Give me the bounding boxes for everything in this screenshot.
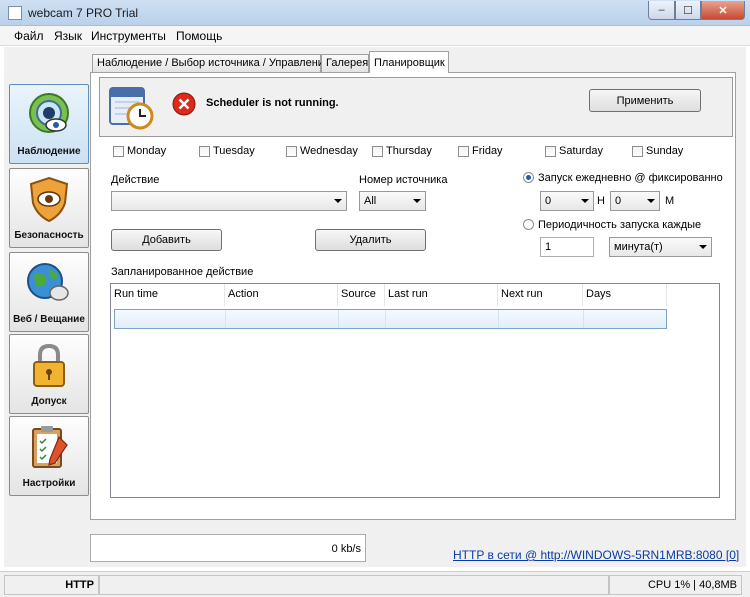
delete-button[interactable]: Удалить [315,229,426,251]
hour-dropdown[interactable]: 0 [540,191,594,211]
menu-language[interactable]: Язык [54,29,82,43]
scheduled-list-title: Запланированное действие [111,266,254,278]
chevron-down-icon [413,199,421,203]
menu-bar: Файл Язык Инструменты Помощь [0,26,750,46]
minute-unit: M [665,195,675,207]
column-header-run-time[interactable]: Run time [111,284,225,306]
period-unit-value: минута(т) [614,241,663,253]
monday-checkbox[interactable] [113,146,124,157]
close-button[interactable]: ✕ [701,1,745,20]
error-icon [172,92,196,116]
day-label: Sunday [646,145,684,157]
shield-icon [29,176,69,223]
day-label: Thursday [386,145,432,157]
periodic-radio[interactable] [523,219,534,230]
maximize-button[interactable]: ☐ [675,1,701,20]
tab-scheduler[interactable]: Планировщик [369,51,449,73]
chevron-down-icon [581,199,589,203]
app-icon [8,6,22,20]
apply-button[interactable]: Применить [589,89,701,112]
chevron-down-icon [647,199,655,203]
cell-divider [498,310,499,328]
hour-value: 0 [545,195,552,207]
day-label: Saturday [559,145,604,157]
table-row[interactable] [114,309,667,329]
wednesday-checkbox[interactable] [286,146,297,157]
sidebar-label: Настройки [22,478,76,489]
minute-value: 0 [615,195,622,207]
sidebar-item-settings[interactable]: Настройки [9,416,89,496]
eye-webcam-icon [29,93,69,133]
column-header-last-run[interactable]: Last run [385,284,498,306]
scheduler-status-text: Scheduler is not running. [206,97,339,109]
menu-help[interactable]: Помощь [176,29,222,43]
status-message-area [99,575,609,595]
source-label: Номер источника [359,174,448,186]
day-label: Friday [472,145,503,157]
window-title: webcam 7 PRO Trial [28,6,139,20]
column-header-action[interactable]: Action [225,284,338,306]
action-label: Действие [111,174,160,186]
protocol-indicator: HTTP [4,575,99,595]
periodic-label: Периодичность запуска каждые [538,219,702,231]
day-label: Tuesday [213,145,255,157]
minute-dropdown[interactable]: 0 [610,191,660,211]
daily-radio[interactable] [523,172,534,183]
chevron-down-icon [699,245,707,249]
period-unit-dropdown[interactable]: минута(т) [609,237,712,257]
cell-divider [225,310,226,328]
http-status-link[interactable]: HTTP в сети @ http://WINDOWS-5RN1MRB:808… [453,548,739,562]
sidebar-label: Веб / Вещание [13,314,85,325]
chevron-down-icon [334,199,342,203]
sidebar-label: Безопасность [14,230,84,241]
daily-label: Запуск ежедневно @ фиксированно [538,172,723,184]
column-header-next-run[interactable]: Next run [498,284,583,306]
menu-file[interactable]: Файл [14,29,44,43]
calendar-clock-icon [109,87,154,130]
action-dropdown[interactable] [111,191,347,211]
cell-divider [385,310,386,328]
clipboard-pencil-icon [32,426,68,468]
minimize-button[interactable]: – [648,1,675,20]
add-button[interactable]: Добавить [111,229,222,251]
title-bar[interactable]: webcam 7 PRO Trial – ☐ ✕ [0,0,750,26]
status-bar: HTTP CPU 1% | 40,8MB [0,571,750,597]
sidebar-label: Допуск [31,396,67,407]
tab-gallery[interactable]: Галерея [321,54,369,72]
source-value: All [364,195,377,207]
sidebar-item-access[interactable]: Допуск [9,334,89,414]
day-label: Monday [127,145,167,157]
period-input[interactable]: 1 [540,237,594,257]
sidebar-item-web-broadcast[interactable]: Веб / Вещание [9,252,89,332]
day-label: Wednesday [300,145,358,157]
column-header-days[interactable]: Days [583,284,667,306]
sidebar-label: Наблюдение [17,146,81,157]
padlock-icon [33,343,65,387]
cell-divider [583,310,584,328]
speed-readout: 0 kb/s [331,543,361,555]
menu-tools[interactable]: Инструменты [91,29,166,43]
cpu-memory-readout: CPU 1% | 40,8MB [609,575,742,595]
sunday-checkbox[interactable] [632,146,643,157]
tab-monitoring[interactable]: Наблюдение / Выбор источника / Управлени… [92,54,330,72]
scheduled-actions-table[interactable]: Run time Action Source Last run Next run… [110,283,720,498]
scheduler-status-box: Scheduler is not running. Применить [99,77,733,137]
thursday-checkbox[interactable] [372,146,383,157]
speed-box: 0 kb/s [90,534,366,562]
cell-divider [338,310,339,328]
friday-checkbox[interactable] [458,146,469,157]
globe-icon [27,263,69,301]
saturday-checkbox[interactable] [545,146,556,157]
sidebar-item-security[interactable]: Безопасность [9,168,89,248]
sidebar-item-monitoring[interactable]: Наблюдение [9,84,89,164]
column-header-source[interactable]: Source [338,284,385,306]
tuesday-checkbox[interactable] [199,146,210,157]
hour-unit: H [597,195,605,207]
source-dropdown[interactable]: All [359,191,426,211]
